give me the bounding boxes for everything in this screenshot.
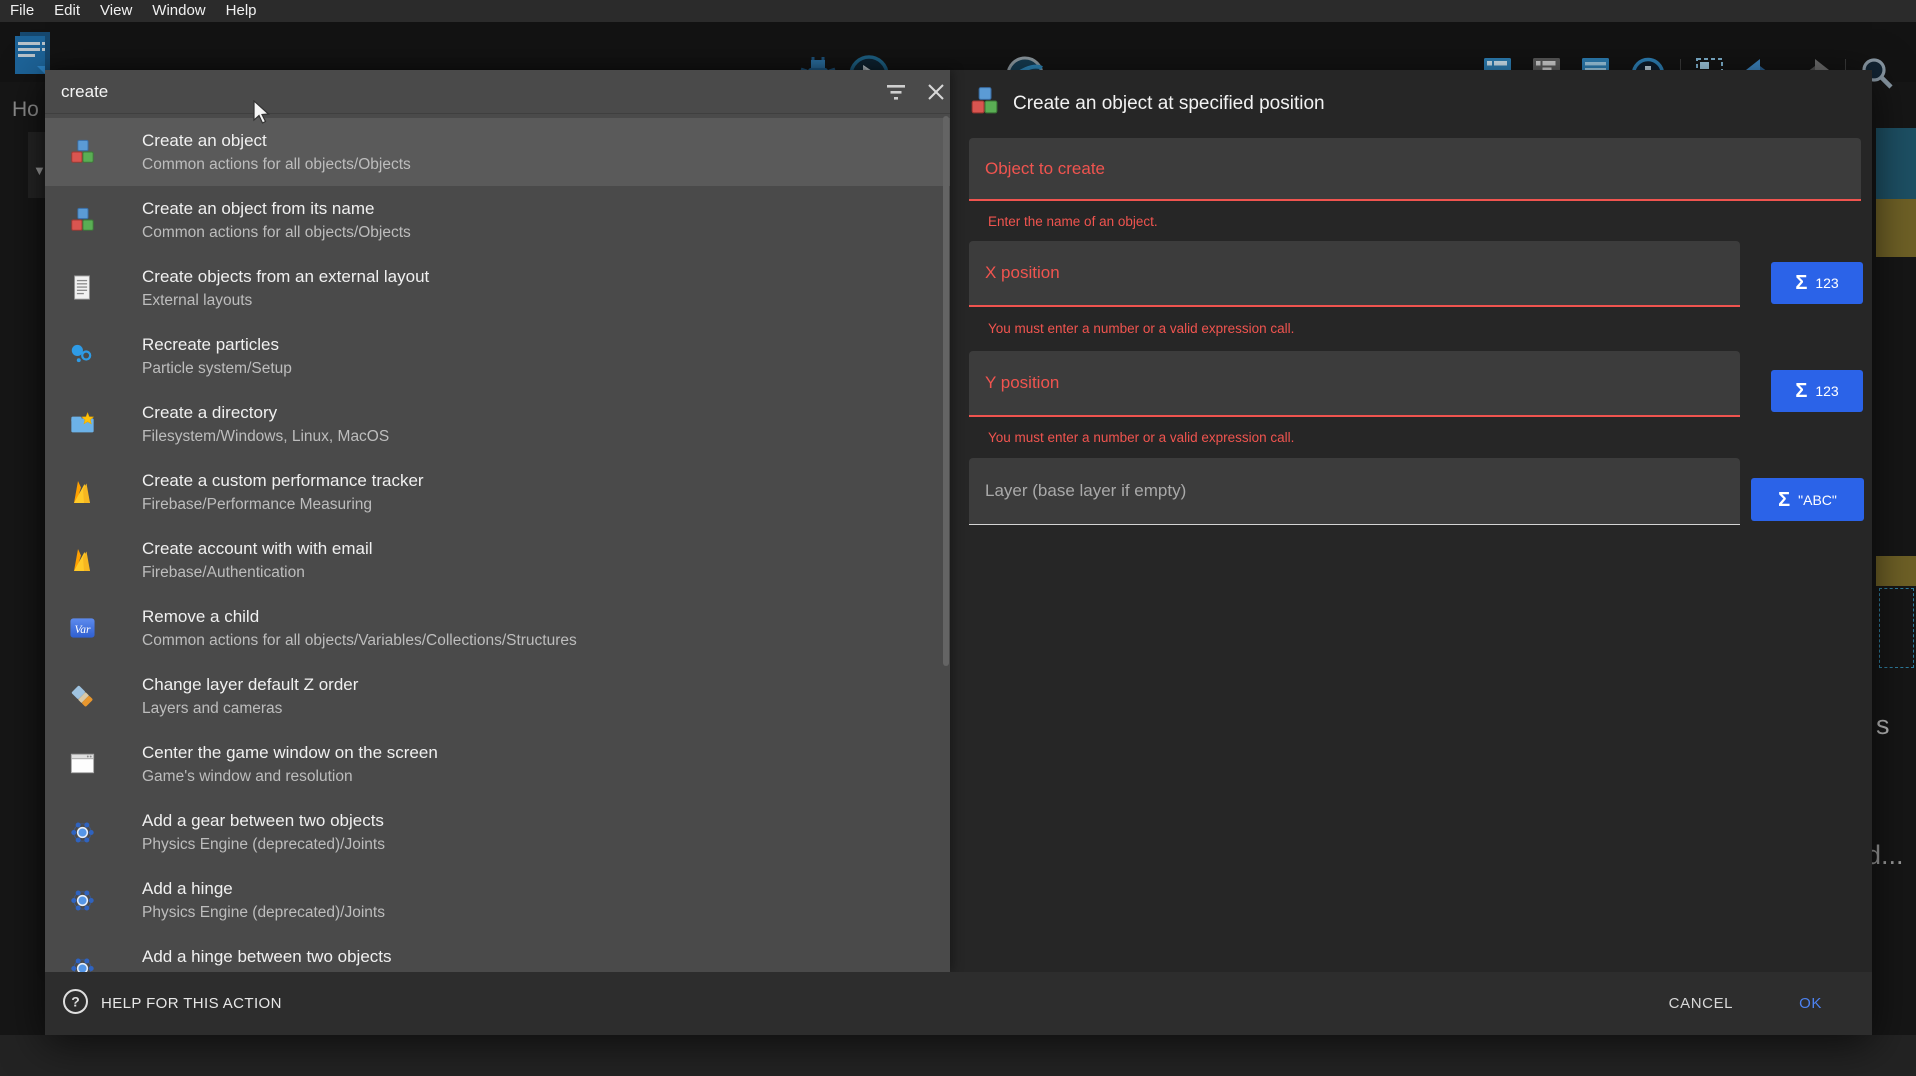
svg-text:Var: Var xyxy=(74,623,91,636)
gear-icon xyxy=(68,886,96,914)
gear-icon xyxy=(68,818,96,846)
y-position-input[interactable]: Y position xyxy=(969,351,1740,417)
search-input[interactable]: create xyxy=(61,82,108,102)
y-position-placeholder: Y position xyxy=(985,373,1059,393)
gear-icon xyxy=(68,954,96,972)
x-expression-builder-button[interactable]: Σ 123 xyxy=(1771,262,1863,304)
action-subtitle: External layouts xyxy=(142,292,429,310)
action-subtitle: Common actions for all objects/Objects xyxy=(142,224,411,242)
action-title: Create a custom performance tracker xyxy=(142,471,424,491)
help-icon: ? xyxy=(62,988,89,1020)
action-list-item[interactable]: Add a gear between two objects Physics En… xyxy=(45,798,950,866)
cubes-icon xyxy=(969,86,999,121)
action-list-item[interactable]: Add a hinge between two objectsPhysics E… xyxy=(45,934,950,972)
sigma-icon: Σ xyxy=(1795,273,1807,293)
search-header: create xyxy=(45,70,950,114)
background-panel-fragment xyxy=(1876,199,1916,257)
action-list-item[interactable]: Change layer default Z order Layers and c… xyxy=(45,662,950,730)
action-list-item[interactable]: Center the game window on the screen Game… xyxy=(45,730,950,798)
action-title: Add a hinge between two objects xyxy=(142,947,392,967)
y-position-error: You must enter a number or a valid expre… xyxy=(988,430,1294,445)
action-subtitle: Particle system/Setup xyxy=(142,360,292,378)
action-list-item[interactable]: Recreate particles Particle system/Setup xyxy=(45,322,950,390)
var-icon: Var xyxy=(68,614,96,642)
folder-icon xyxy=(68,410,96,438)
dialog-footer: ? HELP FOR THIS ACTION CANCEL OK xyxy=(45,972,1872,1035)
sigma-icon: Σ xyxy=(1795,381,1807,401)
background-selection-fragment xyxy=(1879,588,1914,668)
action-list: Create an object Common actions for all o… xyxy=(45,114,950,972)
layer-placeholder: Layer (base layer if empty) xyxy=(985,481,1186,501)
list-scrollbar[interactable] xyxy=(943,116,949,666)
background-bottom-strip xyxy=(0,1035,1916,1076)
filter-icon[interactable] xyxy=(883,79,909,105)
action-list-item[interactable]: Create an object Common actions for all o… xyxy=(45,118,950,186)
action-subtitle: Game's window and resolution xyxy=(142,768,438,786)
action-search-panel: create Create an object Common actions fo… xyxy=(45,70,950,972)
action-list-item[interactable]: Create a custom performance tracker Fireb… xyxy=(45,458,950,526)
chevron-down-icon[interactable]: ▼ xyxy=(33,163,46,178)
create-object-dialog: Create an object at specified position O… xyxy=(45,70,1872,1035)
x-position-input[interactable]: X position xyxy=(969,241,1740,307)
action-list-item[interactable]: Create an object from its name Common act… xyxy=(45,186,950,254)
dialog-title: Create an object at specified position xyxy=(1013,93,1325,115)
close-icon[interactable] xyxy=(923,79,949,105)
action-title: Add a hinge xyxy=(142,879,385,899)
object-to-create-input[interactable]: Object to create xyxy=(969,138,1861,201)
action-list-item[interactable]: Create a directory Filesystem/Windows, Li… xyxy=(45,390,950,458)
svg-text:?: ? xyxy=(71,993,80,1009)
menu-help[interactable]: Help xyxy=(216,0,267,22)
action-list-item[interactable]: Add a hinge Physics Engine (deprecated)/J… xyxy=(45,866,950,934)
particles-icon xyxy=(68,342,96,370)
action-title: Change layer default Z order xyxy=(142,675,358,695)
object-to-create-placeholder: Object to create xyxy=(985,159,1105,179)
x-position-placeholder: X position xyxy=(985,263,1060,283)
action-subtitle: Physics Engine (deprecated)/Joints xyxy=(142,836,385,854)
firebase-icon xyxy=(68,546,96,574)
menu-file[interactable]: File xyxy=(0,0,44,22)
action-subtitle: Firebase/Authentication xyxy=(142,564,373,582)
action-title: Remove a child xyxy=(142,607,577,627)
action-title: Add a gear between two objects xyxy=(142,811,385,831)
menu-bar: FileEditViewWindowHelp xyxy=(0,0,1916,22)
eraser-icon xyxy=(68,682,96,710)
action-subtitle: Common actions for all objects/Variables… xyxy=(142,632,577,650)
background-panel-fragment-2 xyxy=(1876,556,1916,586)
home-tab[interactable]: Ho xyxy=(12,98,39,122)
action-title: Create an object from its name xyxy=(142,199,411,219)
action-subtitle: Common actions for all objects/Objects xyxy=(142,156,411,174)
firebase-icon xyxy=(68,478,96,506)
layer-input[interactable]: Layer (base layer if empty) xyxy=(969,458,1740,525)
cubes-icon xyxy=(68,206,96,234)
background-scrollbar-fragment xyxy=(1876,128,1916,199)
action-title: Create an object xyxy=(142,131,411,151)
layer-expression-builder-button[interactable]: Σ "ABC" xyxy=(1751,478,1864,521)
action-subtitle: Firebase/Performance Measuring xyxy=(142,496,424,514)
action-title: Recreate particles xyxy=(142,335,292,355)
x-position-error: You must enter a number or a valid expre… xyxy=(988,321,1294,336)
y-expression-builder-button[interactable]: Σ 123 xyxy=(1771,370,1863,412)
menu-edit[interactable]: Edit xyxy=(44,0,90,22)
cubes-icon xyxy=(68,138,96,166)
action-list-item[interactable]: Create account with with email Firebase/A… xyxy=(45,526,950,594)
action-subtitle: Filesystem/Windows, Linux, MacOS xyxy=(142,428,389,446)
action-title: Create account with with email xyxy=(142,539,373,559)
help-for-this-action-button[interactable]: ? HELP FOR THIS ACTION xyxy=(62,988,282,1020)
action-list-item[interactable]: Create objects from an external layout Ex… xyxy=(45,254,950,322)
cancel-button[interactable]: CANCEL xyxy=(1661,989,1741,1018)
background-text-fragment-1: s xyxy=(1876,710,1890,741)
action-subtitle: Layers and cameras xyxy=(142,700,358,718)
document-icon xyxy=(68,274,96,302)
action-list-item[interactable]: Var Remove a child Common actions for all … xyxy=(45,594,950,662)
object-helper-text: Enter the name of an object. xyxy=(988,214,1158,229)
action-subtitle: Physics Engine (deprecated)/Joints xyxy=(142,904,385,922)
ok-button[interactable]: OK xyxy=(1791,989,1830,1018)
window-icon xyxy=(68,750,96,778)
action-title: Create objects from an external layout xyxy=(142,267,429,287)
sigma-icon: Σ xyxy=(1778,490,1790,510)
menu-window[interactable]: Window xyxy=(142,0,215,22)
action-title: Create a directory xyxy=(142,403,389,423)
menu-view[interactable]: View xyxy=(90,0,142,22)
action-title: Center the game window on the screen xyxy=(142,743,438,763)
